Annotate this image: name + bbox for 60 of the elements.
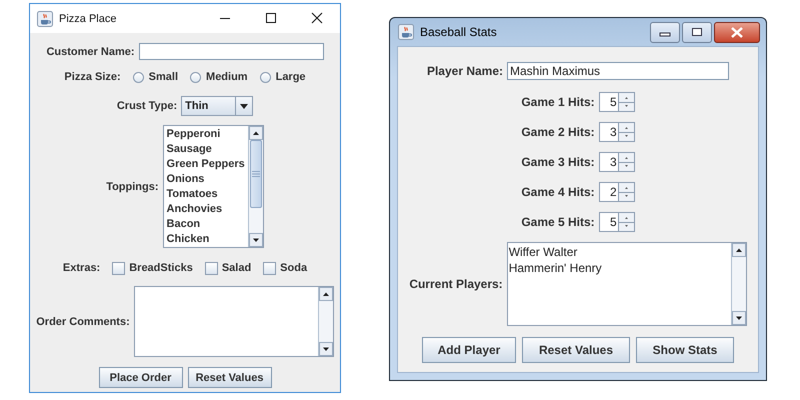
customer-name-field[interactable] xyxy=(138,43,324,60)
scroll-down-button[interactable] xyxy=(248,233,263,247)
scroll-thumb[interactable] xyxy=(250,140,262,208)
action-button[interactable]: Reset Values xyxy=(522,337,630,363)
list-item[interactable]: Bacon xyxy=(166,217,246,232)
field-label: Pizza Size: xyxy=(64,71,121,83)
scroll-up-button[interactable] xyxy=(318,287,333,301)
action-button[interactable]: Show Stats xyxy=(636,337,734,363)
field-label: Crust Type: xyxy=(116,100,178,112)
field-label: Player Name: xyxy=(426,64,504,78)
maximize-icon[interactable] xyxy=(682,22,712,42)
window-title: Pizza Place xyxy=(59,12,118,24)
list-item[interactable]: Tomatoes xyxy=(166,187,246,202)
action-button[interactable]: Add Player xyxy=(422,337,516,363)
app-icon xyxy=(398,24,414,40)
close-icon[interactable] xyxy=(714,22,760,42)
list-item[interactable]: Anchovies xyxy=(166,202,246,217)
action-button[interactable]: Place Order xyxy=(98,367,182,388)
field-label: Customer Name: xyxy=(46,46,135,58)
field-label: Current Players: xyxy=(409,277,503,291)
hits-spinner[interactable]: 3 xyxy=(598,152,635,172)
field-label: Game 4 Hits: xyxy=(521,185,595,199)
hits-spinner[interactable]: 5 xyxy=(598,212,635,232)
list-item[interactable]: Hammerin' Henry xyxy=(508,260,730,276)
player-name-field[interactable]: Mashin Maximus xyxy=(507,62,730,80)
order-comments-field[interactable] xyxy=(134,286,334,357)
crust-type-dropdown[interactable]: Thin xyxy=(181,96,254,116)
list-item[interactable]: Onions xyxy=(166,172,246,187)
action-button[interactable]: Reset Values xyxy=(188,367,272,388)
list-item[interactable]: Sausage xyxy=(166,142,246,157)
list-item[interactable]: Green Peppers xyxy=(166,157,246,172)
field-label: Toppings: xyxy=(106,180,159,192)
extras-checkbox[interactable]: Salad xyxy=(204,262,252,274)
field-label: Game 5 Hits: xyxy=(521,215,595,229)
size-radio-button[interactable]: Medium xyxy=(190,71,248,83)
scroll-down-button[interactable] xyxy=(318,342,333,356)
scrollbar[interactable] xyxy=(318,287,333,356)
extras-checkbox[interactable]: Soda xyxy=(263,262,308,274)
size-radio-button[interactable]: Small xyxy=(132,71,178,83)
scroll-up-button[interactable] xyxy=(732,243,746,257)
extras-checkbox[interactable]: BreadSticks xyxy=(112,262,193,274)
list-item[interactable]: Wiffer Walter xyxy=(508,244,730,260)
minimize-icon[interactable] xyxy=(650,22,680,42)
window-title: Baseball Stats xyxy=(420,25,498,39)
scrollbar[interactable] xyxy=(730,243,746,325)
hits-spinner[interactable]: 3 xyxy=(598,122,635,142)
list-item[interactable]: Chicken xyxy=(166,232,246,247)
scroll-down-button[interactable] xyxy=(732,311,746,325)
field-label: Extras: xyxy=(62,262,100,274)
scroll-up-button[interactable] xyxy=(248,126,263,140)
hits-spinner[interactable]: 2 xyxy=(598,182,635,202)
field-label: Order Comments: xyxy=(36,316,130,328)
size-radio-button[interactable]: Large xyxy=(260,71,306,83)
field-label: Game 3 Hits: xyxy=(521,155,595,169)
list-item[interactable]: Pepperoni xyxy=(166,127,246,142)
field-label: Game 1 Hits: xyxy=(521,95,595,109)
scrollbar[interactable] xyxy=(248,126,263,247)
field-label: Game 2 Hits: xyxy=(521,125,595,139)
app-icon xyxy=(37,10,53,26)
hits-spinner[interactable]: 5 xyxy=(598,92,635,112)
